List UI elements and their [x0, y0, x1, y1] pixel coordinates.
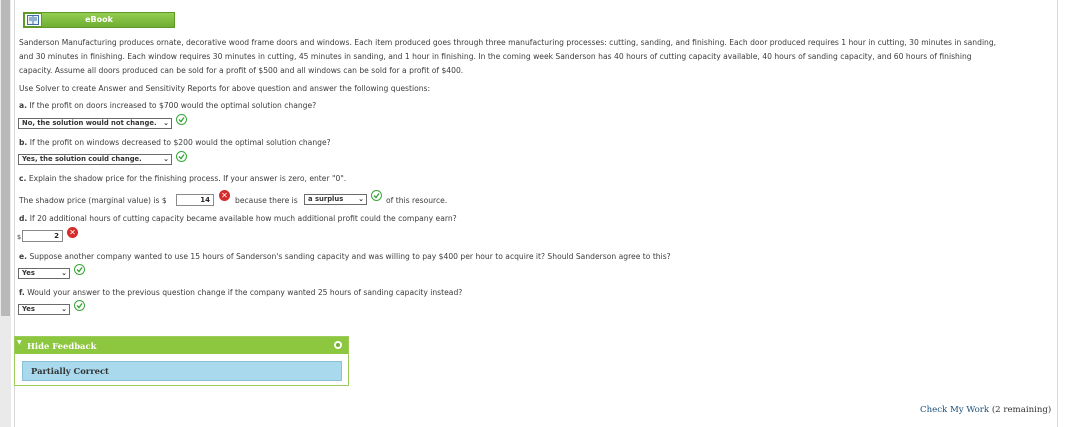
correct-check-icon — [74, 264, 85, 275]
surplus-select[interactable]: a surplus ⌄ — [304, 194, 367, 205]
correct-check-icon — [371, 190, 382, 201]
ebook-button[interactable]: eBook — [23, 12, 175, 28]
answer-e-value: Yes — [22, 269, 35, 277]
triangle-down-icon: ▼ — [17, 339, 22, 346]
answer-f-select[interactable]: Yes ⌄ — [18, 304, 70, 315]
hide-feedback-toggle[interactable]: Hide Feedback — [27, 341, 96, 351]
ebook-label: eBook — [85, 15, 113, 24]
surplus-value: a surplus — [308, 195, 344, 203]
collapse-icon[interactable] — [334, 341, 342, 349]
chevron-down-icon: ⌄ — [163, 119, 169, 127]
shadow-price-suffix: of this resource. — [386, 196, 448, 205]
question-f-label: f. — [19, 288, 25, 297]
page-scrollbar[interactable] — [0, 0, 11, 427]
chevron-down-icon: ⌄ — [61, 305, 67, 313]
answer-b-select[interactable]: Yes, the solution could change. ⌄ — [18, 154, 172, 165]
question-c: c. Explain the shadow price for the fini… — [19, 174, 346, 183]
instruction-text: Use Solver to create Answer and Sensitiv… — [19, 84, 431, 93]
chevron-down-icon: ⌄ — [163, 155, 169, 163]
question-a: a. If the profit on doors increased to $… — [19, 101, 316, 110]
question-a-text: If the profit on doors increased to $700… — [29, 101, 317, 110]
question-e: e. Suppose another company wanted to use… — [19, 252, 671, 261]
question-c-text: Explain the shadow price for the finishi… — [28, 174, 347, 183]
attempts-remaining: (2 remaining) — [991, 405, 1052, 415]
feedback-status: Partially Correct — [22, 361, 342, 381]
question-d-text: If 20 additional hours of cutting capaci… — [29, 214, 457, 223]
incorrect-x-icon: ✕ — [219, 190, 230, 201]
correct-check-icon — [74, 300, 85, 311]
question-b-text: If the profit on windows decreased to $2… — [29, 138, 331, 147]
chevron-down-icon: ⌄ — [61, 269, 67, 277]
question-e-label: e. — [19, 252, 28, 261]
question-d-label: d. — [19, 214, 28, 223]
problem-text-line-1: Sanderson Manufacturing produces ornate,… — [19, 38, 997, 47]
question-a-label: a. — [19, 101, 28, 110]
feedback-panel: ▼ Hide Feedback Partially Correct — [14, 336, 349, 386]
check-my-work-link[interactable]: Check My Work — [920, 405, 989, 415]
shadow-price-prefix: The shadow price (marginal value) is $ — [19, 196, 167, 205]
answer-b-value: Yes, the solution could change. — [22, 155, 142, 163]
question-c-label: c. — [19, 174, 27, 183]
check-my-work[interactable]: Check My Work (2 remaining) — [920, 405, 1051, 415]
question-f: f. Would your answer to the previous que… — [19, 288, 462, 297]
incorrect-x-icon: ✕ — [67, 227, 78, 238]
book-icon[interactable] — [24, 13, 42, 27]
answer-a-select[interactable]: No, the solution would not change. ⌄ — [18, 118, 172, 129]
currency-symbol: $ — [17, 233, 22, 241]
problem-text-line-2: and 30 minutes in finishing. Each window… — [19, 52, 972, 61]
answer-a-value: No, the solution would not change. — [22, 119, 157, 127]
question-f-text: Would your answer to the previous questi… — [27, 288, 463, 297]
question-b-label: b. — [19, 138, 28, 147]
shadow-price-middle: because there is — [235, 196, 298, 205]
correct-check-icon — [176, 114, 187, 125]
scrollbar-thumb[interactable] — [1, 0, 10, 316]
answer-f-value: Yes — [22, 305, 35, 313]
problem-text-line-3: capacity. Assume all doors produced can … — [19, 66, 464, 75]
additional-profit-input[interactable]: 2 — [22, 230, 63, 242]
answer-e-select[interactable]: Yes ⌄ — [18, 268, 70, 279]
question-d: d. If 20 additional hours of cutting cap… — [19, 214, 457, 223]
chevron-down-icon: ⌄ — [358, 195, 364, 203]
question-b: b. If the profit on windows decreased to… — [19, 138, 331, 147]
question-e-text: Suppose another company wanted to use 15… — [29, 252, 671, 261]
correct-check-icon — [176, 151, 187, 162]
feedback-header[interactable]: ▼ Hide Feedback — [15, 337, 348, 354]
shadow-price-input[interactable]: 14 — [176, 194, 214, 206]
